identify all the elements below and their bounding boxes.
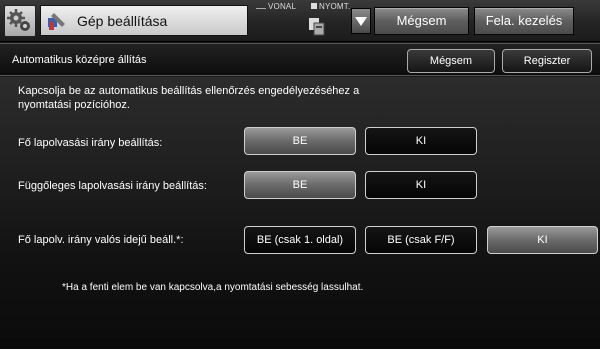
realtime-adjust-label: Fő lapolv. irány valós idejű beáll.*: [18,234,184,246]
realtime-off-button[interactable]: KI [487,226,598,254]
gears-icon [7,9,30,31]
top-bar: Gép beállítása VONAL NYOMT. Mégsem Fela.… [0,0,600,42]
print-status: NYOMT. [311,2,350,11]
register-button[interactable]: Regiszter [502,49,592,73]
line-status: VONAL [256,2,296,11]
main-scan-on-button[interactable]: BE [244,127,356,155]
settings-tool-icon [48,13,65,30]
print-status-label: NYOMT. [319,2,351,11]
section-cancel-button[interactable]: Mégsem [407,49,495,73]
realtime-on-side1-button[interactable]: BE (csak 1. oldal) [244,226,356,254]
title-field: Gép beállítása [40,5,248,36]
line-status-icon [256,5,266,9]
vertical-scan-off-button[interactable]: KI [365,171,477,199]
sub-header: Automatikus középre állítás Mégsem Regis… [0,43,600,76]
description-text: Kapcsolja be az automatikus beállítás el… [18,85,360,111]
main-scan-off-button[interactable]: KI [365,127,477,155]
job-status-button[interactable]: Fela. kezelés [474,7,574,35]
vertical-scan-on-button[interactable]: BE [244,171,356,199]
speed-note: *Ha a fenti elem be van kapcsolva,a nyom… [62,282,364,293]
triangle-down-icon [355,17,367,26]
vertical-scan-direction-label: Függőleges lapolvasási irány beállítás: [18,180,207,192]
print-status-icon [311,3,317,9]
page-title: Gép beállítása [77,13,168,29]
home-button[interactable] [4,5,36,37]
job-status-dropdown[interactable] [351,8,371,34]
main-scan-direction-label: Fő lapolvasási irány beállítás: [18,137,163,149]
realtime-on-ff-button[interactable]: BE (csak F/F) [365,226,477,254]
line-status-label: VONAL [268,2,297,11]
printer-job-icon [309,18,325,36]
footer-strip [0,338,600,349]
section-title: Automatikus középre állítás [12,54,147,66]
cancel-button[interactable]: Mégsem [374,7,469,35]
settings-panel: Kapcsolja be az automatikus beállítás el… [0,77,600,349]
